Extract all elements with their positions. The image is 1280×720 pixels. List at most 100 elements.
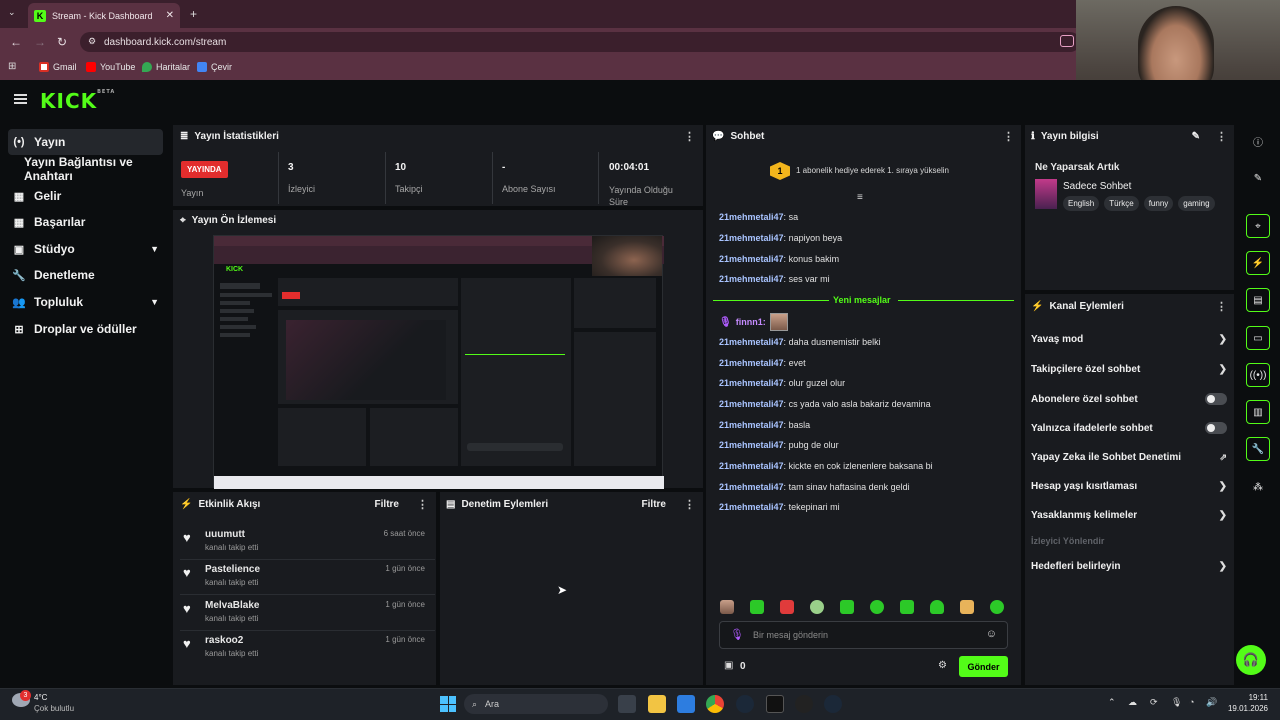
tray-overflow-icon[interactable]: ⌃ xyxy=(1108,697,1116,708)
clock-time[interactable]: 19:11 xyxy=(1236,693,1268,702)
sidebar-item-gelir[interactable]: ▦ Gelir xyxy=(8,183,163,209)
edit-icon[interactable]: ✎ xyxy=(1192,131,1200,142)
chrome-icon[interactable] xyxy=(706,695,724,713)
emote-icon[interactable] xyxy=(780,600,794,614)
microphone-icon[interactable]: 🎙 xyxy=(1171,697,1182,708)
emote-icon[interactable] xyxy=(750,600,764,614)
sidebar-item-denetleme[interactable]: 🔧 Denetleme xyxy=(8,262,163,288)
sidebar-item-yayin[interactable]: (•) Yayın xyxy=(8,129,163,155)
preview-icon[interactable]: ⌖ xyxy=(1246,214,1270,238)
more-options-icon[interactable]: ⋮ xyxy=(1003,130,1014,143)
wrench-icon[interactable]: 🔧 xyxy=(1246,437,1270,461)
emote-icon[interactable] xyxy=(930,600,944,614)
back-icon[interactable]: ← xyxy=(10,35,22,49)
forward-icon[interactable]: → xyxy=(34,35,46,49)
clock-date[interactable]: 19.01.2026 xyxy=(1224,704,1268,713)
more-options-icon[interactable]: ⋮ xyxy=(684,130,695,143)
pencil-icon[interactable]: ✎ xyxy=(1246,166,1270,190)
stream-stats-title: Yayın İstatistikleri xyxy=(194,131,279,142)
tab-close-icon[interactable]: ✕ xyxy=(166,10,174,21)
windows-start-icon[interactable] xyxy=(440,696,456,712)
sync-icon[interactable]: ⟳ xyxy=(1150,697,1158,708)
activity-feed-header: ⚡ Etkinlik Akışı Filtre ⋮ xyxy=(180,498,428,511)
sidebar-item-basarilar[interactable]: ▦ Başarılar xyxy=(8,209,163,235)
wifi-icon[interactable]: ◔ xyxy=(1189,697,1194,707)
steam-icon[interactable] xyxy=(824,695,842,713)
tab-list-icon[interactable]: ⌄ xyxy=(8,7,16,18)
channel-action-ai-moderation[interactable]: Yapay Zeka ile Sohbet Denetimi ⇗ xyxy=(1031,452,1227,463)
emote-only-toggle[interactable] xyxy=(1205,422,1227,434)
bookmark-youtube[interactable]: YouTube xyxy=(86,62,135,72)
chat-input[interactable]: 🎙 Bir mesaj gönderin ☺ xyxy=(719,621,1008,649)
info-circle-icon[interactable]: ⓘ xyxy=(1246,129,1270,153)
moderation-filter-button[interactable]: Filtre xyxy=(642,499,666,510)
sidebar-item-droplar[interactable]: ⊞ Droplar ve ödüller xyxy=(8,316,163,342)
file-explorer-icon[interactable] xyxy=(648,695,666,713)
channel-action-followers-only[interactable]: Takipçilere özel sohbet ❯ xyxy=(1031,364,1227,375)
subscribers-only-toggle[interactable] xyxy=(1205,393,1227,405)
emote-icon[interactable] xyxy=(870,600,884,614)
send-button[interactable]: Gönder xyxy=(959,656,1008,677)
more-options-icon[interactable]: ⋮ xyxy=(1216,300,1227,313)
epic-games-icon[interactable] xyxy=(766,695,784,713)
category-name[interactable]: Sadece Sohbet xyxy=(1063,181,1131,192)
channel-action-account-age[interactable]: Hesap yaşı kısıtlaması ❯ xyxy=(1031,481,1227,492)
more-options-icon[interactable]: ⋮ xyxy=(684,498,695,511)
bookmark-translate[interactable]: Çevir xyxy=(197,62,232,72)
points-icon[interactable]: ▣ xyxy=(724,660,733,671)
moderation-actions-header: ▤ Denetim Eylemleri Filtre ⋮ xyxy=(446,498,695,511)
stream-title: Ne Yaparsak Artık xyxy=(1035,162,1120,173)
emote-icon[interactable] xyxy=(720,600,734,614)
kick-logo[interactable]: KICKBETA xyxy=(40,89,115,113)
network-icon[interactable]: ☁ xyxy=(1128,697,1137,708)
bolt-icon: ⚡ xyxy=(180,499,193,510)
emote-icon[interactable] xyxy=(900,600,914,614)
more-options-icon[interactable]: ⋮ xyxy=(417,498,428,511)
broadcast-icon[interactable]: ((•)) xyxy=(1246,363,1270,387)
sidebar-item-stream-key[interactable]: Yayın Bağlantısı ve Anahtarı xyxy=(20,155,170,183)
bookmark-maps[interactable]: Haritalar xyxy=(142,62,190,72)
channel-action-banned-words[interactable]: Yasaklanmış kelimeler ❯ xyxy=(1031,510,1227,521)
chat-settings-icon[interactable]: ⚙ xyxy=(938,660,947,671)
followers-value: 10 xyxy=(395,162,407,173)
new-tab-button[interactable]: + xyxy=(190,7,197,21)
browser-tab[interactable]: K Stream - Kick Dashboard ✕ xyxy=(28,3,180,28)
site-info-icon[interactable]: ⚙ xyxy=(88,36,96,47)
task-view-icon[interactable] xyxy=(618,695,636,713)
bolt-icon[interactable]: ⚡ xyxy=(1246,251,1270,275)
channel-action-goals[interactable]: Hedefleri belirleyin ❯ xyxy=(1031,561,1227,572)
taskbar-search[interactable]: ⌕ Ara xyxy=(464,694,608,714)
bookmark-gmail[interactable]: Gmail xyxy=(39,62,77,72)
activity-filter-button[interactable]: Filtre xyxy=(375,499,399,510)
steam-icon[interactable] xyxy=(736,695,754,713)
reload-icon[interactable]: ↻ xyxy=(57,35,67,49)
channel-action-slow-mode[interactable]: Yavaş mod ❯ xyxy=(1031,334,1227,345)
emote-icon[interactable] xyxy=(960,600,974,614)
emoji-icon[interactable]: ☺ xyxy=(986,628,997,640)
emote-icon[interactable] xyxy=(990,600,1004,614)
clipboard-icon[interactable]: ▤ xyxy=(1246,288,1270,312)
external-link-icon: ⇗ xyxy=(1219,452,1227,462)
apps-grid-icon[interactable]: ⊞ xyxy=(8,61,16,72)
stream-preview-header: ⌖ Yayın Ön İzlemesi xyxy=(180,215,276,226)
emote-icon[interactable] xyxy=(810,600,824,614)
emote-icon[interactable] xyxy=(840,600,854,614)
lens-icon[interactable] xyxy=(1060,35,1074,47)
gift-banner-text[interactable]: 1 abonelik hediye ederek 1. sıraya yükse… xyxy=(796,166,949,175)
stream-preview-video[interactable]: KICK xyxy=(213,235,664,489)
url-bar[interactable]: ⚙ dashboard.kick.com/stream xyxy=(80,32,1080,52)
pinned-toggle-icon[interactable]: ≡ xyxy=(857,192,863,203)
app-icon[interactable] xyxy=(795,695,813,713)
outlook-icon[interactable] xyxy=(677,695,695,713)
chat-bubble-icon[interactable]: ▭ xyxy=(1246,326,1270,350)
channel-actions-header: ⚡ Kanal Eylemleri ⋮ xyxy=(1031,300,1227,313)
sidebar-item-studyo[interactable]: ▣ Stüdyo ▼ xyxy=(8,236,163,262)
stats-icon[interactable]: ▥ xyxy=(1246,400,1270,424)
volume-icon[interactable]: 🔊 xyxy=(1206,697,1217,708)
more-options-icon[interactable]: ⋮ xyxy=(1216,130,1227,143)
menu-icon[interactable] xyxy=(14,94,27,104)
connections-icon[interactable]: ⁂ xyxy=(1246,475,1270,499)
support-headset-icon[interactable]: 🎧 xyxy=(1236,645,1266,675)
chevron-right-icon: ❯ xyxy=(1218,481,1227,492)
sidebar-item-topluluk[interactable]: 👥 Topluluk ▼ xyxy=(8,289,163,315)
